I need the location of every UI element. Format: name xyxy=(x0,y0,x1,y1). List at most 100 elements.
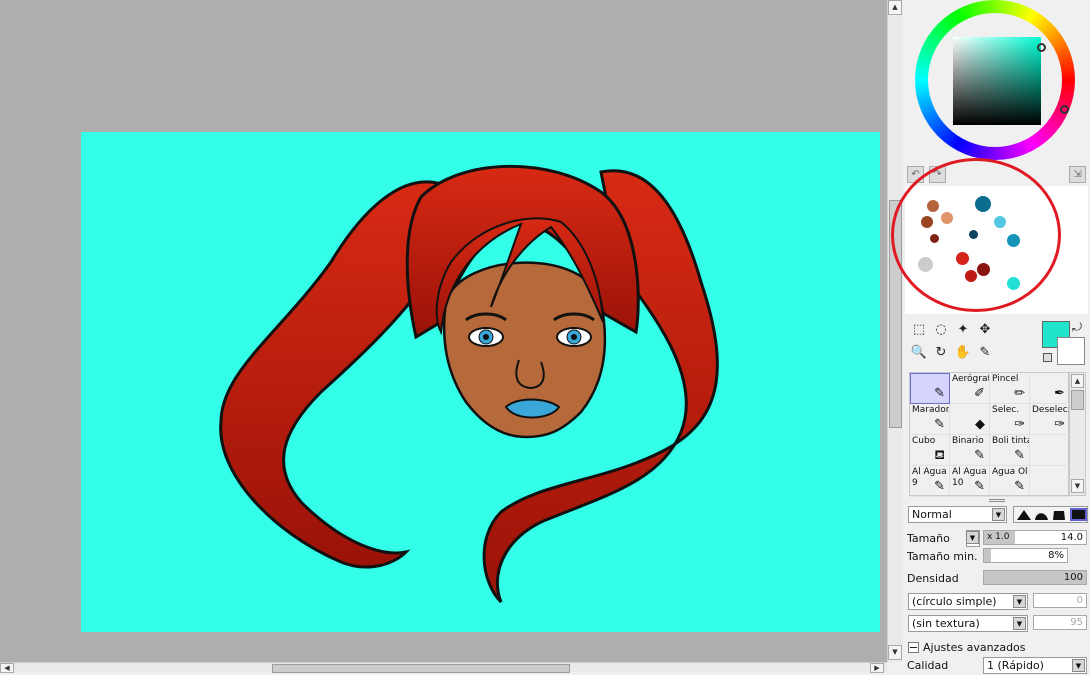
brush-cell[interactable]: Cubo ⛾ xyxy=(910,435,950,466)
brush-cell[interactable]: Binario ✎ xyxy=(950,435,990,466)
rect-select-icon[interactable]: ⬚ xyxy=(909,320,929,340)
canvas-vertical-scrollbar[interactable]: ▲ ▼ xyxy=(887,0,903,662)
shape-soft-icon xyxy=(1035,513,1048,520)
deselect-pen-icon: ✑ xyxy=(1054,417,1065,432)
brush-scroll-down[interactable]: ▼ xyxy=(1071,479,1084,493)
quality-select[interactable]: 1 (Rápido) ▼ xyxy=(983,657,1087,674)
brush-cell[interactable] xyxy=(1030,435,1070,466)
drawing-canvas[interactable] xyxy=(81,132,880,632)
blend-mode-select[interactable]: Normal ▼ xyxy=(908,506,1007,523)
artwork-illustration xyxy=(219,164,719,604)
brush-cell[interactable]: Boli tinta ✎ xyxy=(990,435,1030,466)
texture-strength-field[interactable]: 95 xyxy=(1033,615,1087,630)
brush-cell[interactable] xyxy=(1030,466,1070,497)
background-color-swatch[interactable] xyxy=(1057,337,1085,365)
airbrush-icon: ✐ xyxy=(974,386,985,401)
lasso-icon[interactable]: ◌ xyxy=(931,320,951,340)
tool-selector: ⬚ ◌ ✦ ✥ 🔍 ↻ ✋ ✎ xyxy=(909,320,1039,368)
brush-shape-selector xyxy=(1013,506,1088,523)
hue-marker[interactable] xyxy=(1060,105,1069,114)
canvas-horizontal-scrollbar[interactable]: ◀ ▶ xyxy=(0,662,887,673)
eyedropper-icon[interactable]: ✎ xyxy=(975,343,995,363)
brush-icon: ✏ xyxy=(1014,386,1025,401)
brush-grid: ✎Aerógrafo✐Pincel✏✒Marador✎◆Selec.✑Desel… xyxy=(909,372,1070,497)
expand-icon[interactable]: ⇲ xyxy=(1069,166,1086,183)
quality-label: Calidad xyxy=(907,659,949,672)
chevron-down-icon: ▼ xyxy=(1013,595,1026,608)
brush-cell[interactable]: Marador ✎ xyxy=(910,404,950,435)
binary-pen-icon: ✎ xyxy=(974,448,985,463)
highlight-circle-annotation xyxy=(891,158,1061,312)
brush-label: Cubo xyxy=(912,436,936,446)
brush-cell[interactable]: Agua Ol ✎ xyxy=(990,466,1030,497)
pencil-icon: ✎ xyxy=(934,386,945,401)
ink-pen-icon: ✎ xyxy=(1014,448,1025,463)
chevron-down-icon: ▼ xyxy=(992,508,1005,521)
brush-scroll-thumb[interactable] xyxy=(1071,390,1084,410)
brush-label: Agua Ol xyxy=(992,467,1028,477)
sv-marker[interactable] xyxy=(1037,43,1046,52)
scroll-up-button[interactable]: ▲ xyxy=(888,0,902,15)
canvas-area[interactable] xyxy=(0,0,887,662)
brush-cell[interactable]: Al Agua 10 ✎ xyxy=(950,466,990,497)
density-label: Densidad xyxy=(907,572,959,585)
brush-cell[interactable]: Deselec. ✑ xyxy=(1030,404,1070,435)
reset-colors-icon[interactable] xyxy=(1043,353,1052,362)
chevron-down-icon: ▼ xyxy=(966,531,979,544)
brush-cell[interactable]: Al Agua 9 ✎ xyxy=(910,466,950,497)
brush-label: Marador xyxy=(912,405,950,415)
brush-label: Pincel xyxy=(992,374,1019,384)
water-pen-icon: ✎ xyxy=(974,479,985,494)
brush-cell[interactable]: Aerógrafo ✐ xyxy=(950,373,990,404)
size-dropdown[interactable]: ▼ xyxy=(966,530,980,547)
brush-grid-scrollbar[interactable]: ▲ ▼ xyxy=(1069,372,1086,496)
swap-colors-icon[interactable]: ⤾ xyxy=(1072,320,1082,335)
size-slider[interactable]: x 1.0 14.0 xyxy=(983,530,1087,545)
density-slider[interactable]: 100 xyxy=(983,570,1087,585)
brush-cell[interactable]: Pincel ✏ xyxy=(990,373,1030,404)
eraser-icon: ◆ xyxy=(975,417,985,432)
collapse-advanced-icon[interactable] xyxy=(908,642,919,653)
bucket-icon: ⛾ xyxy=(934,448,945,463)
brush-label: Al Agua xyxy=(912,467,947,477)
resize-grip[interactable] xyxy=(989,499,1005,502)
hand-icon[interactable]: ✋ xyxy=(953,343,973,363)
brush-cell[interactable]: Selec. ✑ xyxy=(990,404,1030,435)
chevron-down-icon: ▼ xyxy=(1013,617,1026,630)
saturation-value-square[interactable] xyxy=(953,37,1041,125)
zoom-icon[interactable]: 🔍 xyxy=(909,343,929,363)
water-pen-icon: ✎ xyxy=(934,479,945,494)
brush-shape-select[interactable]: (círculo simple) ▼ xyxy=(908,593,1028,610)
min-size-label: Tamaño min. xyxy=(907,550,978,563)
shape-sharp-icon xyxy=(1017,510,1031,520)
marker-icon: ✎ xyxy=(934,417,945,432)
color-wheel[interactable] xyxy=(915,0,1075,160)
select-pen-icon: ✑ xyxy=(1014,417,1025,432)
shape-strength-field[interactable]: 0 xyxy=(1033,593,1087,608)
min-size-slider[interactable]: 8% xyxy=(983,548,1068,563)
brush-label: Aerógrafo xyxy=(952,374,989,384)
move-icon[interactable]: ✥ xyxy=(975,320,995,340)
magic-wand-icon[interactable]: ✦ xyxy=(953,320,973,340)
rotate-icon[interactable]: ↻ xyxy=(931,343,951,363)
scroll-down-button[interactable]: ▼ xyxy=(888,645,902,660)
brush-cell[interactable]: ✎ xyxy=(910,373,950,404)
shape-square-icon xyxy=(1070,508,1087,521)
brush-label: Selec. xyxy=(992,405,1020,415)
brush-number: 9 xyxy=(912,478,918,488)
brush-number: 10 xyxy=(952,478,964,488)
water-icon: ✒ xyxy=(1054,386,1065,401)
brush-label: Deselec. xyxy=(1032,405,1070,415)
brush-scroll-up[interactable]: ▲ xyxy=(1071,374,1084,388)
brush-label: Binario xyxy=(952,436,984,446)
shape-flat-icon xyxy=(1053,511,1065,520)
tool-panel: ↶ ↷ ⇲ ⬚◌✦✥🔍↻✋✎ ⤾ ✎Aerógrafo✐Pincel✏✒Mara… xyxy=(891,0,1090,674)
brush-cell[interactable]: ✒ xyxy=(1030,373,1070,404)
chevron-down-icon: ▼ xyxy=(1072,659,1085,672)
size-label: Tamaño xyxy=(907,532,950,545)
water-pen-icon: ✎ xyxy=(1014,479,1025,494)
brush-cell[interactable]: ◆ xyxy=(950,404,990,435)
color-scratchpad[interactable] xyxy=(891,158,1088,314)
brush-label: Boli tinta xyxy=(992,436,1030,446)
brush-texture-select[interactable]: (sin textura) ▼ xyxy=(908,615,1028,632)
